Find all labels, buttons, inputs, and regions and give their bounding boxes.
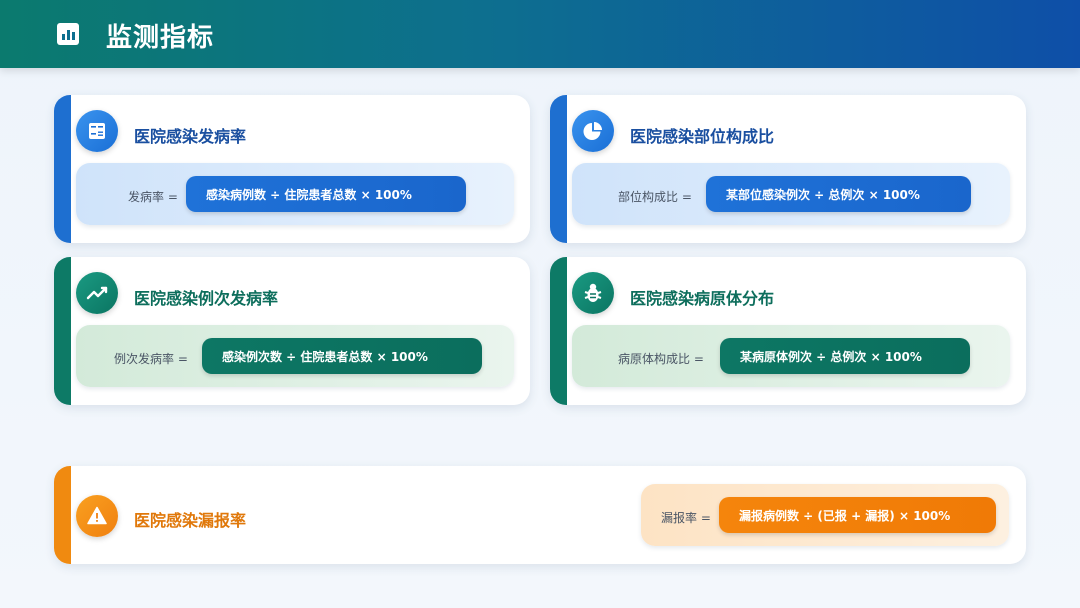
formula-pill: 漏报病例数 ÷ (已报 + 漏报) × 100% bbox=[719, 497, 996, 533]
card-pathogen-distribution: 医院感染病原体分布 病原体构成比 = 某病原体例次 ÷ 总例次 × 100% bbox=[550, 257, 1026, 405]
formula-pill: 感染例次数 ÷ 住院患者总数 × 100% bbox=[202, 338, 482, 374]
card-infection-incidence: 医院感染发病率 发病率 = 感染病例数 ÷ 住院患者总数 × 100% bbox=[54, 95, 530, 243]
card-title: 医院感染漏报率 bbox=[134, 511, 247, 530]
formula-label: 部位构成比 = bbox=[618, 190, 692, 204]
card-title: 医院感染部位构成比 bbox=[630, 127, 775, 146]
warning-icon bbox=[76, 495, 118, 537]
card-accent-bar bbox=[54, 466, 71, 564]
card-accent-bar bbox=[54, 257, 71, 405]
header-bar: 监测指标 bbox=[0, 0, 1080, 68]
formula-box: 部位构成比 = 某部位感染例次 ÷ 总例次 × 100% bbox=[572, 163, 1010, 225]
card-underreport-rate: 医院感染漏报率 漏报率 = 漏报病例数 ÷ (已报 + 漏报) × 100% bbox=[54, 466, 1026, 564]
formula-box: 病原体构成比 = 某病原体例次 ÷ 总例次 × 100% bbox=[572, 325, 1010, 387]
formula-label: 发病率 = bbox=[128, 190, 178, 204]
card-title: 医院感染发病率 bbox=[134, 127, 247, 146]
formula-pill: 某病原体例次 ÷ 总例次 × 100% bbox=[720, 338, 970, 374]
page-title: 监测指标 bbox=[106, 23, 215, 53]
formula-pill: 某部位感染例次 ÷ 总例次 × 100% bbox=[706, 176, 971, 212]
card-accent-bar bbox=[550, 95, 567, 243]
bar-chart-icon bbox=[57, 23, 79, 45]
formula-pill: 感染病例数 ÷ 住院患者总数 × 100% bbox=[186, 176, 466, 212]
formula-label: 例次发病率 = bbox=[114, 352, 188, 366]
card-site-composition: 医院感染部位构成比 部位构成比 = 某部位感染例次 ÷ 总例次 × 100% bbox=[550, 95, 1026, 243]
formula-box: 发病率 = 感染病例数 ÷ 住院患者总数 × 100% bbox=[76, 163, 514, 225]
card-title: 医院感染病原体分布 bbox=[630, 289, 775, 308]
bug-icon bbox=[572, 272, 614, 314]
formula-label: 病原体构成比 = bbox=[618, 352, 704, 366]
calculator-icon bbox=[76, 110, 118, 152]
formula-box: 例次发病率 = 感染例次数 ÷ 住院患者总数 × 100% bbox=[76, 325, 514, 387]
trend-line-icon bbox=[76, 272, 118, 314]
card-accent-bar bbox=[54, 95, 71, 243]
formula-label: 漏报率 = bbox=[661, 511, 711, 525]
formula-box: 漏报率 = 漏报病例数 ÷ (已报 + 漏报) × 100% bbox=[641, 484, 1009, 546]
card-case-incidence: 医院感染例次发病率 例次发病率 = 感染例次数 ÷ 住院患者总数 × 100% bbox=[54, 257, 530, 405]
card-title: 医院感染例次发病率 bbox=[134, 289, 279, 308]
card-accent-bar bbox=[550, 257, 567, 405]
pie-chart-icon bbox=[572, 110, 614, 152]
